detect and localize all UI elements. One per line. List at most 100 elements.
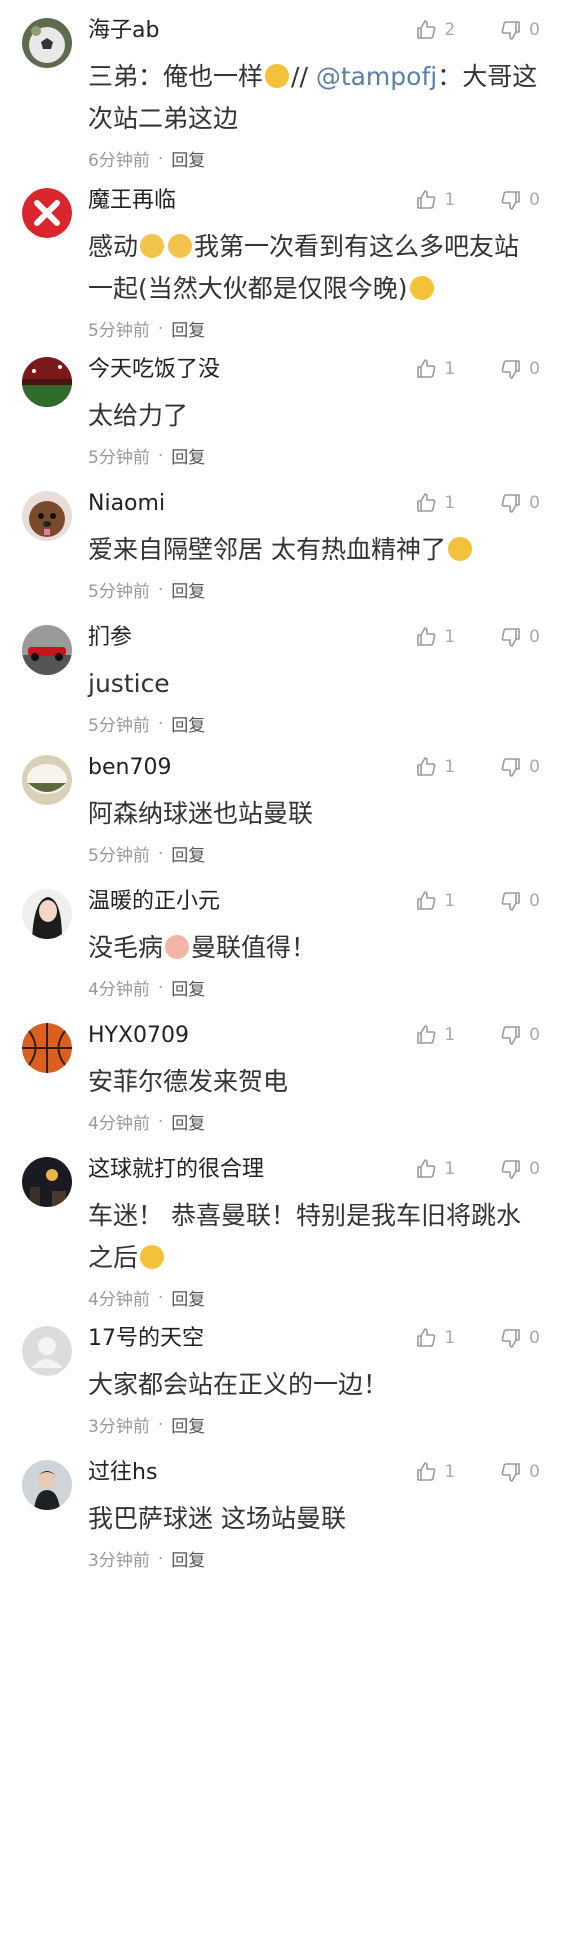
dislike-button[interactable]: 0 <box>499 1023 540 1047</box>
reply-button[interactable]: 回复 <box>171 841 205 866</box>
comment-text-segment: 安菲尔德发来贺电 <box>88 1067 289 1096</box>
dislike-button[interactable]: 0 <box>499 188 540 212</box>
reply-button[interactable]: 回复 <box>171 1546 205 1571</box>
thumbs-down-icon <box>499 18 529 42</box>
comment-meta: 5分钟前 · 回复 <box>88 577 540 603</box>
like-button[interactable]: 1 <box>414 755 455 779</box>
like-button[interactable]: 1 <box>414 1460 455 1484</box>
dislike-button[interactable]: 0 <box>499 1326 540 1350</box>
dislike-button[interactable]: 0 <box>499 625 540 649</box>
separator-dot: · <box>157 713 164 734</box>
like-button[interactable]: 1 <box>414 625 455 649</box>
user-avatar[interactable] <box>22 625 72 675</box>
dislike-button[interactable]: 0 <box>499 1157 540 1181</box>
comment-meta: 3分钟前 · 回复 <box>88 1546 540 1572</box>
dislike-button[interactable]: 0 <box>499 491 540 515</box>
dislike-button[interactable]: 0 <box>499 18 540 42</box>
separator-dot: · <box>157 1548 164 1569</box>
username[interactable]: 17号的天空 <box>88 1324 204 1354</box>
user-avatar[interactable] <box>22 1023 72 1073</box>
user-avatar[interactable] <box>22 755 72 805</box>
reply-button[interactable]: 回复 <box>171 577 205 602</box>
reply-button[interactable]: 回复 <box>171 443 205 468</box>
user-avatar[interactable] <box>22 18 72 68</box>
user-avatar[interactable] <box>22 889 72 939</box>
like-button[interactable]: 1 <box>414 1157 455 1181</box>
cry-cat-emoji-icon <box>140 234 165 258</box>
username[interactable]: 过往hs <box>88 1458 157 1488</box>
like-count: 2 <box>444 20 456 40</box>
reply-button[interactable]: 回复 <box>171 146 205 171</box>
comment-meta: 5分钟前 · 回复 <box>88 711 540 737</box>
user-avatar[interactable] <box>22 1157 72 1207</box>
username[interactable]: 海子ab <box>88 16 159 46</box>
comment-meta: 5分钟前 · 回复 <box>88 316 540 342</box>
vote-actions: 10 <box>414 1157 540 1181</box>
like-button[interactable]: 1 <box>414 491 455 515</box>
username[interactable]: 今天吃饭了没 <box>88 355 220 385</box>
thumbs-down-icon <box>499 1157 529 1181</box>
like-button[interactable]: 1 <box>414 1326 455 1350</box>
user-mention-link[interactable]: @tampofj <box>316 62 437 91</box>
comment-timestamp: 4分钟前 <box>88 980 150 1000</box>
comment-text: 安菲尔德发来贺电 <box>88 1005 540 1103</box>
reply-button[interactable]: 回复 <box>171 1412 205 1437</box>
separator-dot: · <box>157 977 164 998</box>
reply-button[interactable]: 回复 <box>171 975 205 1000</box>
username[interactable]: 魔王再临 <box>88 186 176 216</box>
thumbs-up-icon <box>414 755 444 779</box>
separator-dot: · <box>157 843 164 864</box>
like-button[interactable]: 1 <box>414 889 455 913</box>
vote-actions: 10 <box>414 357 540 381</box>
reply-button[interactable]: 回复 <box>171 711 205 736</box>
dislike-count: 0 <box>529 190 540 210</box>
dislike-button[interactable]: 0 <box>499 357 540 381</box>
like-button[interactable]: 2 <box>414 18 455 42</box>
reply-button[interactable]: 回复 <box>171 316 205 341</box>
dislike-button[interactable]: 0 <box>499 755 540 779</box>
comment-item: 扪参 1 0 justice 5分钟前 · 回复 <box>0 607 570 737</box>
like-button[interactable]: 1 <box>414 188 455 212</box>
thumbs-down-icon <box>499 1326 529 1350</box>
vote-actions: 10 <box>414 755 540 779</box>
smirk-emoji-icon <box>447 537 472 561</box>
reply-button[interactable]: 回复 <box>171 1285 205 1310</box>
like-button[interactable]: 1 <box>414 1023 455 1047</box>
thumbs-up-icon <box>414 357 444 381</box>
comment-item: 温暖的正小元 1 0 没毛病 曼联值得！ 4分钟前 · 回复 <box>0 871 570 1005</box>
vote-actions: 10 <box>414 889 540 913</box>
comment-meta: 4分钟前 · 回复 <box>88 1109 540 1135</box>
username[interactable]: 温暖的正小元 <box>88 887 220 917</box>
thumbs-up-icon <box>414 1460 444 1484</box>
like-count: 1 <box>444 627 456 647</box>
comment-text-segment: 没毛病 <box>88 933 164 962</box>
user-avatar[interactable] <box>22 357 72 407</box>
dislike-button[interactable]: 0 <box>499 1460 540 1484</box>
like-count: 1 <box>444 359 456 379</box>
dislike-count: 0 <box>529 627 540 647</box>
reply-button[interactable]: 回复 <box>171 1109 205 1134</box>
thumbs-down-icon <box>499 357 529 381</box>
user-avatar[interactable] <box>22 188 72 238</box>
user-avatar[interactable] <box>22 1460 72 1510</box>
dislike-button[interactable]: 0 <box>499 889 540 913</box>
like-count: 1 <box>444 1025 456 1045</box>
thumbs-up-icon <box>414 491 444 515</box>
username[interactable]: 这球就打的很合理 <box>88 1155 264 1185</box>
username[interactable]: ben709 <box>88 753 171 783</box>
like-button[interactable]: 1 <box>414 357 455 381</box>
user-avatar[interactable] <box>22 491 72 541</box>
comment-item: 过往hs 1 0 我巴萨球迷 这场站曼联 3分钟前 · 回复 <box>0 1442 570 1592</box>
separator-dot: · <box>157 1287 164 1308</box>
dislike-count: 0 <box>529 1025 540 1045</box>
username[interactable]: HYX0709 <box>88 1021 189 1051</box>
separator-dot: · <box>157 1111 164 1132</box>
username[interactable]: Niaomi <box>88 489 165 519</box>
comment-timestamp: 5分钟前 <box>88 716 150 736</box>
vote-actions: 10 <box>414 1460 540 1484</box>
dislike-count: 0 <box>529 1159 540 1179</box>
username[interactable]: 扪参 <box>88 623 132 653</box>
like-count: 1 <box>444 493 456 513</box>
comment-timestamp: 5分钟前 <box>88 582 150 602</box>
user-avatar[interactable] <box>22 1326 72 1376</box>
